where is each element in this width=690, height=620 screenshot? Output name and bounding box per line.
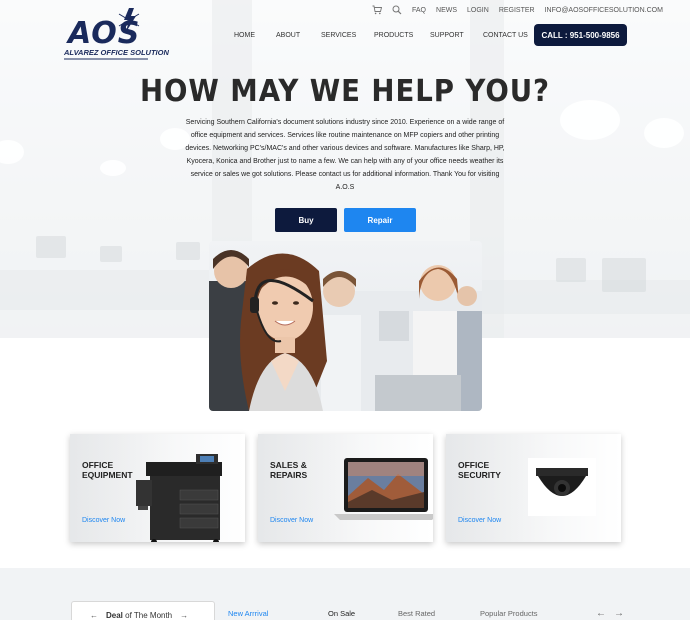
cart-icon[interactable] xyxy=(372,5,382,15)
nav-support[interactable]: SUPPORT xyxy=(430,32,464,39)
card-title-line2: SECURITY xyxy=(458,470,501,480)
security-camera-image xyxy=(528,458,596,516)
page-title: HOW MAY WE HELP YOU? xyxy=(140,74,550,109)
faq-link[interactable]: FAQ xyxy=(412,7,426,14)
discover-link-sales-repairs[interactable]: Discover Now xyxy=(270,517,313,524)
repair-button[interactable]: Repair xyxy=(344,208,416,232)
nav-about[interactable]: ABOUT xyxy=(276,32,300,39)
discover-link-office-security[interactable]: Discover Now xyxy=(458,517,501,524)
deal-next-arrow[interactable]: → xyxy=(180,611,188,620)
card-office-equipment[interactable]: OFFICE EQUIPMENT Discover Now xyxy=(70,434,245,542)
nav-services[interactable]: SERVICES xyxy=(321,32,356,39)
nav-contact-us[interactable]: CONTACT US xyxy=(483,32,528,39)
card-title-line2: EQUIPMENT xyxy=(82,470,133,480)
card-title-line2: REPAIRS xyxy=(270,470,308,480)
discover-link-office-equipment[interactable]: Discover Now xyxy=(82,517,125,524)
deal-prev-arrow[interactable]: ← xyxy=(90,611,98,620)
deal-suffix: of The Month xyxy=(125,610,173,620)
card-title-line1: OFFICE xyxy=(82,460,114,470)
search-icon[interactable] xyxy=(392,5,402,15)
logo-text: AOS xyxy=(68,16,141,51)
tab-popular-products[interactable]: Popular Products xyxy=(480,609,538,618)
product-nav-arrows: ← → xyxy=(596,608,624,619)
card-title-line1: OFFICE xyxy=(458,460,490,470)
nav-products[interactable]: PRODUCTS xyxy=(374,32,413,39)
laptop-image xyxy=(334,458,433,520)
card-office-security[interactable]: OFFICE SECURITY Discover Now xyxy=(446,434,621,542)
site-logo[interactable]: AOS ALVAREZ OFFICE SOLUTION xyxy=(64,8,169,62)
buy-button[interactable]: Buy xyxy=(275,208,337,232)
copier-image xyxy=(136,454,222,542)
top-bar: FAQ NEWS LOGIN REGISTER INFO@AOSOFFICESO… xyxy=(372,5,663,15)
intro-text: Servicing Southern California's document… xyxy=(185,119,505,191)
call-button[interactable]: CALL : 951-500-9856 xyxy=(534,24,627,46)
tab-on-sale[interactable]: On Sale xyxy=(328,609,355,618)
tab-new-arrival[interactable]: New Arrrival xyxy=(228,609,268,618)
register-link[interactable]: REGISTER xyxy=(499,7,535,14)
email-link[interactable]: INFO@AOSOFFICESOLUTION.COM xyxy=(545,7,663,14)
logo-subtitle: ALVAREZ OFFICE SOLUTION xyxy=(64,48,169,57)
products-next-arrow[interactable]: → xyxy=(614,608,624,619)
card-sales-repairs[interactable]: SALES & REPAIRS Discover Now xyxy=(258,434,433,542)
nav-home[interactable]: HOME xyxy=(234,32,255,39)
tab-best-rated[interactable]: Best Rated xyxy=(398,609,435,618)
news-link[interactable]: NEWS xyxy=(436,7,457,14)
deal-of-the-month[interactable]: ← Deal of The Month → xyxy=(71,601,215,620)
card-title-line1: SALES & xyxy=(270,460,307,470)
products-prev-arrow[interactable]: ← xyxy=(596,608,606,619)
customer-support-photo xyxy=(209,241,482,411)
deal-label: Deal xyxy=(106,610,123,620)
login-link[interactable]: LOGIN xyxy=(467,7,489,14)
